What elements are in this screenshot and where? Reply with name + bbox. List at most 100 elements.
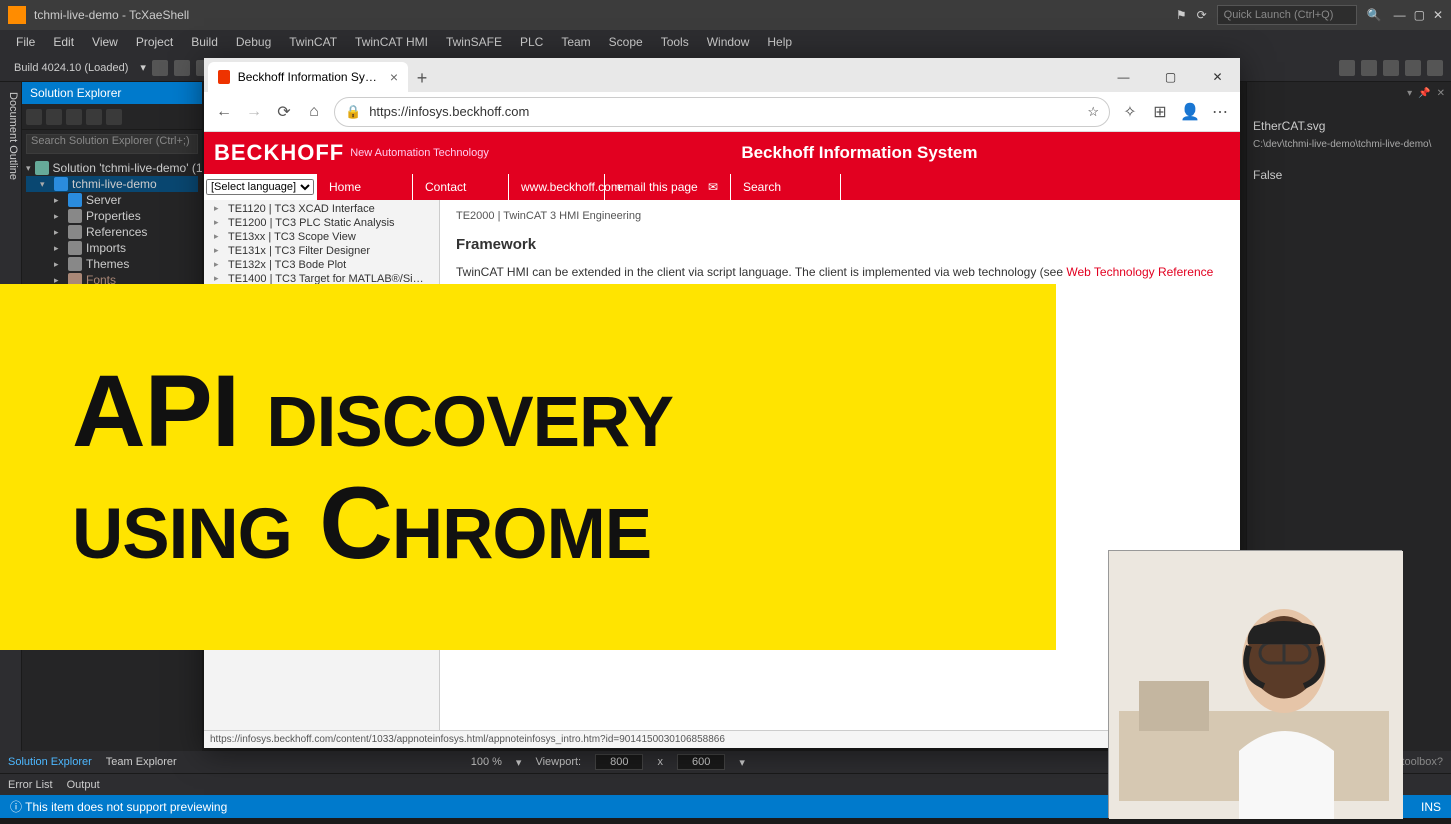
doc-tree-item[interactable]: TE131x | TC3 Filter Designer xyxy=(208,244,435,258)
language-select[interactable]: [Select language] xyxy=(206,179,314,195)
nav-contact[interactable]: Contact xyxy=(413,174,509,200)
vs-menu-bar: File Edit View Project Build Debug TwinC… xyxy=(0,30,1451,54)
viewport-width-input[interactable]: 800 xyxy=(595,754,643,770)
dropdown-icon[interactable]: ▾ xyxy=(516,756,522,769)
toolbar-icon[interactable] xyxy=(1361,60,1377,76)
dropdown-icon[interactable]: ▾ xyxy=(739,756,745,769)
browser-status-bar: https://infosys.beckhoff.com/content/103… xyxy=(204,730,1240,748)
menu-team[interactable]: Team xyxy=(553,33,598,51)
doc-tree-item[interactable]: TE1200 | TC3 PLC Static Analysis xyxy=(208,216,435,230)
refresh-icon[interactable] xyxy=(46,109,62,125)
tab-close-icon[interactable]: × xyxy=(390,69,398,85)
browser-tab-bar: Beckhoff Information System - C × + — ▢ … xyxy=(204,58,1240,92)
favorites-icon[interactable]: ✧ xyxy=(1120,102,1140,122)
overlay-line2: using Chrome xyxy=(72,467,984,579)
close-button[interactable]: ✕ xyxy=(1433,8,1443,22)
minimize-button[interactable]: — xyxy=(1394,8,1406,22)
tree-node-imports[interactable]: ▸Imports xyxy=(26,240,198,256)
nav-home[interactable]: Home xyxy=(317,174,413,200)
menu-file[interactable]: File xyxy=(8,33,43,51)
site-nav: [Select language] Home Contact www.beckh… xyxy=(204,174,1240,200)
dropdown-icon[interactable]: ▾ xyxy=(140,61,146,74)
quick-launch-input[interactable]: Quick Launch (Ctrl+Q) xyxy=(1217,5,1357,25)
menu-debug[interactable]: Debug xyxy=(228,33,279,51)
project-node[interactable]: ▾tchmi-live-demo xyxy=(26,176,198,192)
vs-logo-icon xyxy=(8,6,26,24)
doc-tree-item[interactable]: TE1120 | TC3 XCAD Interface xyxy=(208,202,435,216)
tree-node-server[interactable]: ▸Server xyxy=(26,192,198,208)
overlay-line1: API discovery xyxy=(72,355,984,467)
tree-node-themes[interactable]: ▸Themes xyxy=(26,256,198,272)
browser-tab-title: Beckhoff Information System - C xyxy=(238,70,382,84)
menu-scope[interactable]: Scope xyxy=(601,33,651,51)
tab-solution-explorer[interactable]: Solution Explorer xyxy=(8,756,92,768)
menu-twincat-hmi[interactable]: TwinCAT HMI xyxy=(347,33,436,51)
build-combo[interactable]: Build 4024.10 (Loaded) xyxy=(8,60,134,76)
menu-window[interactable]: Window xyxy=(699,33,758,51)
menu-twincat[interactable]: TwinCAT xyxy=(281,33,345,51)
toolbar-icon[interactable] xyxy=(1427,60,1443,76)
browser-minimize-button[interactable]: — xyxy=(1101,62,1146,92)
solution-search-input[interactable]: Search Solution Explorer (Ctrl+;) xyxy=(26,134,198,154)
tab-error-list[interactable]: Error List xyxy=(8,779,53,791)
settings-menu-icon[interactable]: ⋯ xyxy=(1210,102,1230,122)
address-bar[interactable]: 🔒 https://infosys.beckhoff.com ☆ xyxy=(334,97,1110,127)
browser-close-button[interactable]: ✕ xyxy=(1195,62,1240,92)
close-icon[interactable]: ✕ xyxy=(1437,88,1445,99)
vs-title-bar: tchmi-live-demo - TcXaeShell ⚑ ⟳ Quick L… xyxy=(0,0,1451,30)
tree-node-references[interactable]: ▸References xyxy=(26,224,198,240)
browser-tab[interactable]: Beckhoff Information System - C × xyxy=(208,62,408,92)
menu-twinsafe[interactable]: TwinSAFE xyxy=(438,33,510,51)
maximize-button[interactable]: ▢ xyxy=(1414,8,1425,22)
nav-email[interactable]: email this page✉ xyxy=(605,174,731,200)
new-tab-button[interactable]: + xyxy=(408,64,436,92)
sync-icon[interactable] xyxy=(86,109,102,125)
menu-project[interactable]: Project xyxy=(128,33,181,51)
menu-build[interactable]: Build xyxy=(183,33,226,51)
wrench-icon[interactable] xyxy=(106,109,122,125)
menu-plc[interactable]: PLC xyxy=(512,33,551,51)
search-icon[interactable]: 🔍 xyxy=(1367,8,1382,22)
toolbar-icon[interactable] xyxy=(1405,60,1421,76)
refresh-button[interactable]: ⟳ xyxy=(274,102,294,122)
menu-tools[interactable]: Tools xyxy=(653,33,697,51)
viewport-height-input[interactable]: 600 xyxy=(677,754,725,770)
doc-tree-item[interactable]: TE13xx | TC3 Scope View xyxy=(208,230,435,244)
toolbar-icon[interactable] xyxy=(1383,60,1399,76)
browser-maximize-button[interactable]: ▢ xyxy=(1148,62,1193,92)
pin-icon[interactable]: ▾ xyxy=(1407,88,1412,99)
profile-icon[interactable]: 👤 xyxy=(1180,102,1200,122)
back-button[interactable]: ← xyxy=(214,102,234,122)
tab-team-explorer[interactable]: Team Explorer xyxy=(106,756,177,768)
sync-icon[interactable]: ⟳ xyxy=(1197,8,1207,22)
property-value: False xyxy=(1253,168,1445,182)
email-icon: ✉ xyxy=(708,180,718,194)
site-title: Beckhoff Information System xyxy=(489,143,1230,163)
home-button[interactable]: ⌂ xyxy=(304,102,324,122)
zoom-combo[interactable]: 100 % xyxy=(471,756,502,768)
solution-node[interactable]: ▾Solution 'tchmi-live-demo' (1 pro xyxy=(26,160,198,176)
tab-output[interactable]: Output xyxy=(67,779,100,791)
menu-edit[interactable]: Edit xyxy=(45,33,82,51)
nav-search[interactable]: Search xyxy=(731,174,841,200)
nav-website[interactable]: www.beckhoff.com xyxy=(509,174,605,200)
tree-node-properties[interactable]: ▸Properties xyxy=(26,208,198,224)
toolbar-icon[interactable] xyxy=(1339,60,1355,76)
insert-mode: INS xyxy=(1421,800,1441,814)
collapse-icon[interactable] xyxy=(66,109,82,125)
home-icon[interactable] xyxy=(26,109,42,125)
toolbar-icon[interactable] xyxy=(152,60,168,76)
menu-view[interactable]: View xyxy=(84,33,126,51)
flag-icon[interactable]: ⚑ xyxy=(1176,8,1187,22)
star-icon[interactable]: ☆ xyxy=(1087,104,1099,120)
close-panel-icon[interactable]: 📌 xyxy=(1418,88,1430,99)
site-header: BECKHOFF New Automation Technology Beckh… xyxy=(204,132,1240,174)
toolbar-icon[interactable] xyxy=(174,60,190,76)
solution-explorer-toolbar xyxy=(22,104,202,130)
doc-tree-item[interactable]: TE132x | TC3 Bode Plot xyxy=(208,258,435,272)
menu-help[interactable]: Help xyxy=(759,33,800,51)
solution-explorer-title: Solution Explorer xyxy=(22,82,202,104)
collections-icon[interactable]: ⊞ xyxy=(1150,102,1170,122)
forward-button[interactable]: → xyxy=(244,102,264,122)
brand-tagline: New Automation Technology xyxy=(350,147,489,159)
